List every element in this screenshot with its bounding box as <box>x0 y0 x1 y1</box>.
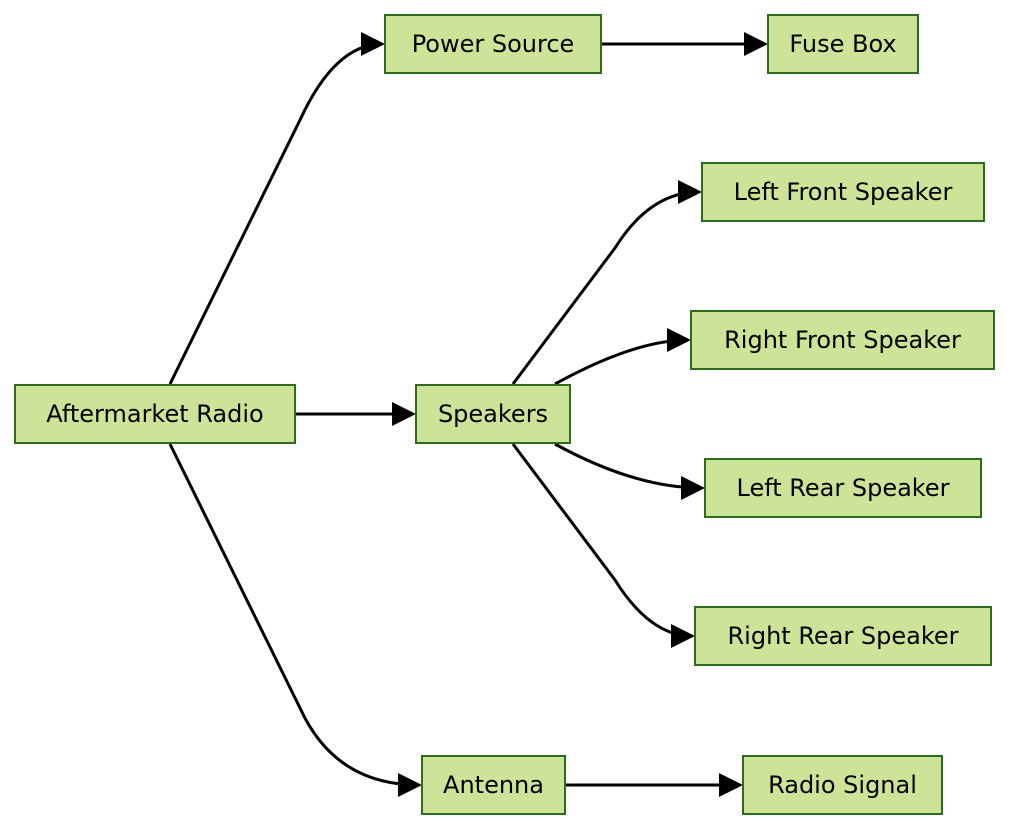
edge-radio-to-antenna <box>168 443 422 797</box>
node-power-source: Power Source <box>384 14 602 74</box>
node-antenna: Antenna <box>421 755 566 815</box>
edge-radio-to-power-source <box>168 32 385 385</box>
node-fuse-box: Fuse Box <box>767 14 919 74</box>
edge-speakers-to-left-front <box>511 180 702 385</box>
node-left-front-speaker: Left Front Speaker <box>701 162 985 222</box>
node-aftermarket-radio: Aftermarket Radio <box>14 384 296 444</box>
node-left-rear-speaker: Left Rear Speaker <box>704 458 982 518</box>
node-right-rear-speaker: Right Rear Speaker <box>694 606 992 666</box>
edge-speakers-to-right-front <box>554 328 691 386</box>
edge-speakers-to-left-rear <box>554 442 705 500</box>
node-speakers: Speakers <box>415 384 571 444</box>
node-right-front-speaker: Right Front Speaker <box>690 310 995 370</box>
node-radio-signal: Radio Signal <box>742 755 943 815</box>
edge-speakers-to-right-rear <box>511 443 695 648</box>
